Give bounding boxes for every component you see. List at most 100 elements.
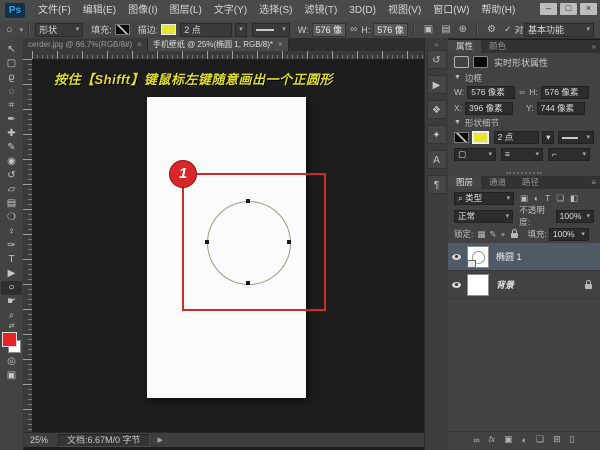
stroke-style-select[interactable]: ▾ [252,23,290,37]
crop-tool[interactable]: ⌗ [1,99,22,113]
fill-swatch[interactable] [115,24,130,35]
tool-preset-dropdown-icon[interactable]: ▾ [20,26,24,34]
layer-style-icon[interactable]: fx [489,435,495,444]
link-dimensions-icon[interactable]: ∞ [350,24,357,35]
menu-layer[interactable]: 图层(L) [164,0,208,21]
layer-row-ellipse[interactable]: 椭圆 1 [448,243,600,271]
tab-layers[interactable]: 图层 [448,176,481,189]
prop-y-field[interactable]: 744 像素 [537,102,585,115]
hand-tool[interactable]: ☛ [1,295,22,309]
gear-icon[interactable]: ⚙ [487,24,496,35]
filter-adjustment-icon[interactable]: ◐ [534,193,539,203]
zoom-level-field[interactable]: 25% [30,435,48,445]
lock-transparency-icon[interactable]: ▦ [477,229,485,240]
menu-select[interactable]: 选择(S) [253,0,298,21]
path-selection-tool[interactable]: ▶ [1,267,22,281]
opacity-field[interactable]: 100%▾ [556,210,594,223]
menu-3d[interactable]: 3D(D) [343,0,382,21]
maximize-button[interactable]: □ [560,3,577,15]
tab-color[interactable]: 颜色 [481,40,514,53]
stroke-align-select[interactable]: ▢▾ [454,148,496,161]
canvas-viewport[interactable]: 按住【Shifft】键鼠标左键随意画出一个正圆形 1 [32,59,424,432]
character-panel-icon[interactable]: A [427,150,447,169]
panel-menu-icon[interactable]: ≡ [591,176,596,189]
actions-panel-icon[interactable]: ▶ [427,75,447,94]
section-collapse-icon[interactable]: ▼ [454,74,461,81]
zoom-tool[interactable]: ⌕ [1,309,22,323]
new-layer-icon[interactable]: ⊞ [553,434,561,445]
tab-channels[interactable]: 通道 [481,176,514,189]
brush-tool[interactable]: ✎ [1,141,22,155]
shape-width-field[interactable]: 576 像 [312,23,347,37]
path-alignment-icon[interactable]: ▤ [441,24,450,35]
link-wh-icon[interactable]: ∞ [519,87,525,97]
gradient-tool[interactable]: ▤ [1,197,22,211]
layer-row-background[interactable]: 背景 [448,271,600,299]
adjustment-layer-icon[interactable]: ◐ [522,435,527,445]
stroke-width-dropdown-icon[interactable]: ▾ [235,23,247,37]
status-arrow-icon[interactable]: ▶ [158,436,163,444]
lock-pixels-icon[interactable]: ✎ [489,229,496,240]
visibility-eye-icon[interactable] [452,254,461,260]
delete-layer-icon[interactable]: ▯ [570,434,575,445]
tool-mode-select[interactable]: 形状▾ [35,23,83,37]
stroke-width-field[interactable]: 2 点 [180,23,232,37]
shape-height-field[interactable]: 576 像 [373,23,408,37]
fill-field[interactable]: 100%▾ [549,228,589,241]
move-tool[interactable]: ↖ [1,43,22,57]
prop-width-field[interactable]: 576 像素 [467,86,515,99]
ellipse-tool[interactable]: ○ [1,281,22,295]
stroke-swatch[interactable] [161,24,176,35]
pen-tool[interactable]: ✑ [1,239,22,253]
menu-help[interactable]: 帮助(H) [475,0,521,21]
blend-mode-select[interactable]: 正常▾ [454,210,513,223]
stroke-caps-select[interactable]: ≡▾ [501,148,543,161]
layer-name[interactable]: 椭圆 1 [496,250,522,263]
prop-stroke-style-select[interactable]: ▾ [558,131,594,144]
history-panel-icon[interactable]: ↺ [427,50,447,69]
prop-stroke-swatch[interactable] [473,132,488,143]
panel-collapse-icon[interactable]: » [592,40,596,53]
prop-x-field[interactable]: 396 像素 [465,102,513,115]
marquee-tool[interactable]: ▢ [1,57,22,71]
minimize-button[interactable]: – [540,3,557,15]
type-tool[interactable]: T [1,253,22,267]
visibility-eye-icon[interactable] [452,282,461,288]
close-button[interactable]: × [580,3,597,15]
menu-window[interactable]: 窗口(W) [427,0,475,21]
paragraph-panel-icon[interactable]: ¶ [427,175,447,194]
collapse-panels-icon[interactable]: » [435,42,439,50]
prop-stroke-width-field[interactable]: 2 点 [494,131,539,144]
layer-name[interactable]: 背景 [496,278,514,291]
filter-shape-icon[interactable]: ❏ [556,193,564,204]
blur-tool[interactable]: ❍ [1,211,22,225]
prop-fill-swatch[interactable] [454,132,469,143]
tab-paths[interactable]: 路径 [514,176,547,189]
link-layers-icon[interactable]: ∞ [473,435,479,445]
clone-stamp-tool[interactable]: ◉ [1,155,22,169]
layer-mask-icon[interactable]: ▣ [504,434,513,445]
workspace-select[interactable]: 基本功能▾ [524,23,594,37]
close-tab-icon[interactable]: × [137,38,142,51]
menu-image[interactable]: 图像(I) [122,0,163,21]
filter-pixel-icon[interactable]: ▣ [520,193,528,204]
align-edges-checkbox[interactable]: ✓ [504,24,512,35]
filter-smartobject-icon[interactable]: ◧ [570,193,578,204]
quick-selection-tool[interactable]: ◌ [1,85,22,99]
swap-colors-icon[interactable]: ⇄ [0,323,23,331]
dodge-tool[interactable]: ♀ [1,225,22,239]
healing-brush-tool[interactable]: ✚ [1,127,22,141]
history-brush-tool[interactable]: ↺ [1,169,22,183]
path-arrangement-icon[interactable]: ⊕ [459,24,467,35]
eraser-tool[interactable]: ▱ [1,183,22,197]
layer-filter-select[interactable]: ⌕ 类型 ▾ [454,192,514,205]
menu-view[interactable]: 视图(V) [382,0,427,21]
menu-type[interactable]: 文字(Y) [208,0,253,21]
lock-position-icon[interactable]: + [501,229,506,239]
tab-properties[interactable]: 属性 [448,40,481,53]
menu-filter[interactable]: 滤镜(T) [299,0,344,21]
path-operations-icon[interactable]: ▣ [424,24,433,35]
lasso-tool[interactable]: ϱ [1,71,22,85]
document-tab-cerder[interactable]: cerder.jpg @ 66.7%(RGB/8#) × [23,38,148,51]
document-tab-phone-wallpaper[interactable]: 手机壁纸 @ 25%(椭圆 1, RGB/8)* × [148,38,289,51]
